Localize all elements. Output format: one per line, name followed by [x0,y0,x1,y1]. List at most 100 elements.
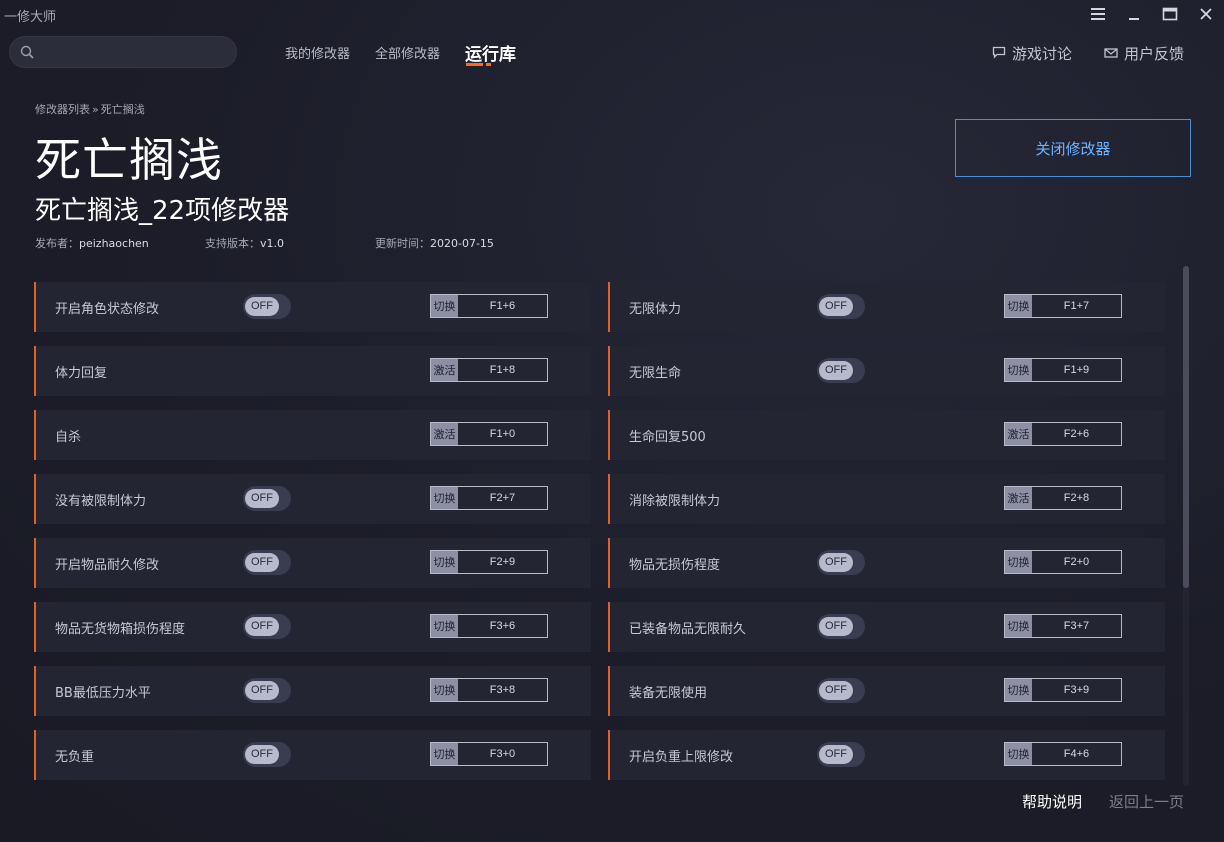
hotkey-field[interactable]: 激活 F1+0 [430,422,548,446]
option-label: BB最低压力水平 [55,686,151,701]
hotkey-field[interactable]: 切换 F1+9 [1004,358,1122,382]
option-toggle[interactable]: OFF [243,486,291,511]
hotkey-type: 切换 [1005,551,1032,573]
toggle-state: OFF [245,617,279,636]
hotkey-value[interactable]: F1+8 [458,359,547,381]
tab-runtime-library[interactable]: 运行库 [465,40,516,65]
close-trainer-button[interactable]: 关闭修改器 [955,119,1191,177]
option-row: 已装备物品无限耐久 OFF 切换 F3+7 [608,602,1165,652]
hamburger-icon[interactable] [1080,0,1116,28]
scrollbar[interactable] [1183,266,1189,786]
hotkey-value[interactable]: F3+8 [458,679,547,701]
user-feedback-link[interactable]: 用户反馈 [1104,43,1184,64]
option-row: 无负重 OFF 切换 F3+0 [34,730,591,780]
hotkey-field[interactable]: 切换 F3+6 [430,614,548,638]
hotkey-value[interactable]: F2+6 [1032,423,1121,445]
search-input[interactable] [42,42,228,62]
hotkey-value[interactable]: F3+9 [1032,679,1121,701]
hotkey-field[interactable]: 切换 F2+0 [1004,550,1122,574]
version-info: 支持版本：v1.0 [205,235,284,251]
option-label: 无限体力 [629,302,682,317]
option-toggle[interactable]: OFF [243,742,291,767]
hotkey-type: 切换 [431,615,458,637]
hotkey-value[interactable]: F1+0 [458,423,547,445]
version-value: v1.0 [260,237,285,250]
hotkey-field[interactable]: 切换 F3+9 [1004,678,1122,702]
hotkey-value[interactable]: F3+0 [458,743,547,765]
option-label: 体力回复 [55,366,108,381]
hotkey-field[interactable]: 激活 F2+8 [1004,486,1122,510]
hotkey-value[interactable]: F4+6 [1032,743,1121,765]
option-row: 体力回复 激活 F1+8 [34,346,591,396]
option-label: 已装备物品无限耐久 [629,622,747,637]
option-label: 无负重 [55,750,95,765]
page-title: 死亡搁浅 [35,133,223,187]
hotkey-type: 切换 [431,551,458,573]
hotkey-type: 切换 [1005,615,1032,637]
option-toggle[interactable]: OFF [243,614,291,639]
option-row: 开启物品耐久修改 OFF 切换 F2+9 [34,538,591,588]
option-label: 无限生命 [629,366,682,381]
hotkey-value[interactable]: F3+7 [1032,615,1121,637]
tab-my-trainers[interactable]: 我的修改器 [285,43,350,62]
option-toggle[interactable]: OFF [817,742,865,767]
search-icon [20,45,35,64]
hotkey-field[interactable]: 切换 F3+7 [1004,614,1122,638]
hotkey-type: 切换 [1005,295,1032,317]
hotkey-field[interactable]: 切换 F3+0 [430,742,548,766]
option-row: 开启角色状态修改 OFF 切换 F1+6 [34,282,591,332]
hotkey-field[interactable]: 切换 F1+7 [1004,294,1122,318]
hotkey-field[interactable]: 切换 F2+9 [430,550,548,574]
breadcrumb: 修改器列表» 死亡搁浅 [35,101,145,117]
option-row: 生命回复500 激活 F2+6 [608,410,1165,460]
hotkey-type: 切换 [431,679,458,701]
hotkey-value[interactable]: F2+7 [458,487,547,509]
toggle-state: OFF [245,745,279,764]
hotkey-field[interactable]: 切换 F2+7 [430,486,548,510]
close-icon[interactable] [1188,0,1224,28]
search-box[interactable] [9,36,237,68]
toggle-state: OFF [819,681,853,700]
minimize-icon[interactable] [1116,0,1152,28]
option-toggle[interactable]: OFF [817,678,865,703]
hotkey-value[interactable]: F1+9 [1032,359,1121,381]
option-toggle[interactable]: OFF [817,294,865,319]
hotkey-field[interactable]: 切换 F4+6 [1004,742,1122,766]
hotkey-type: 切换 [431,743,458,765]
updated-value: 2020-07-15 [430,237,494,250]
hotkey-value[interactable]: F3+6 [458,615,547,637]
breadcrumb-root[interactable]: 修改器列表 [35,103,90,116]
toggle-state: OFF [819,745,853,764]
hotkey-field[interactable]: 激活 F2+6 [1004,422,1122,446]
option-toggle[interactable]: OFF [243,294,291,319]
option-row: BB最低压力水平 OFF 切换 F3+8 [34,666,591,716]
option-toggle[interactable]: OFF [817,358,865,383]
game-discussion-link[interactable]: 游戏讨论 [992,43,1072,64]
hotkey-field[interactable]: 激活 F1+8 [430,358,548,382]
option-toggle[interactable]: OFF [817,550,865,575]
hotkey-value[interactable]: F1+6 [458,295,547,317]
option-row: 开启负重上限修改 OFF 切换 F4+6 [608,730,1165,780]
option-label: 开启负重上限修改 [629,750,734,765]
scrollbar-thumb[interactable] [1183,266,1189,588]
hotkey-field[interactable]: 切换 F1+6 [430,294,548,318]
tab-all-trainers[interactable]: 全部修改器 [375,43,440,62]
option-label: 物品无损伤程度 [629,558,721,573]
option-toggle[interactable]: OFF [243,550,291,575]
hotkey-value[interactable]: F2+9 [458,551,547,573]
option-toggle[interactable]: OFF [817,614,865,639]
hotkey-type: 激活 [1005,487,1032,509]
option-toggle[interactable]: OFF [243,678,291,703]
comment-icon [992,45,1006,63]
hotkey-value[interactable]: F1+7 [1032,295,1121,317]
hotkey-field[interactable]: 切换 F3+8 [430,678,548,702]
maximize-icon[interactable] [1152,0,1188,28]
publisher-info: 发布者：peizhaochen [35,235,149,251]
option-label: 开启角色状态修改 [55,302,160,317]
hotkey-value[interactable]: F2+8 [1032,487,1121,509]
hotkey-value[interactable]: F2+0 [1032,551,1121,573]
option-row: 没有被限制体力 OFF 切换 F2+7 [34,474,591,524]
help-link[interactable]: 帮助说明 [1022,791,1082,812]
back-link[interactable]: 返回上一页 [1109,791,1184,812]
option-label: 自杀 [55,430,82,445]
